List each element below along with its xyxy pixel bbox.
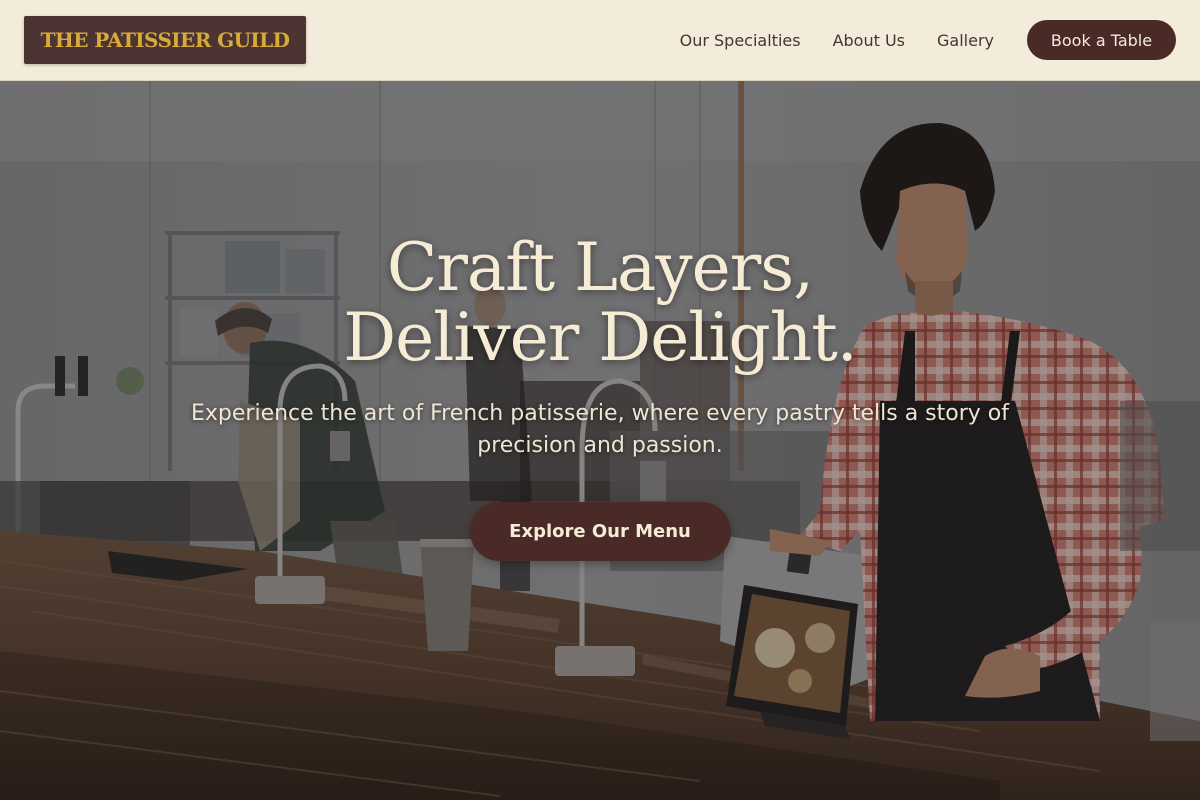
hero-title-line-1: Craft Layers, — [386, 229, 814, 306]
hero-title: Craft Layers, Deliver Delight. — [343, 229, 858, 376]
site-logo[interactable]: THE PATISSIER GUILD — [24, 16, 306, 64]
main-nav: Our Specialties About Us Gallery Book a … — [680, 20, 1176, 60]
nav-link-about-us[interactable]: About Us — [833, 31, 905, 50]
hero-title-line-2: Deliver Delight. — [343, 299, 858, 376]
page: THE PATISSIER GUILD Our Specialties Abou… — [0, 0, 1200, 800]
nav-link-gallery[interactable]: Gallery — [937, 31, 994, 50]
site-header: THE PATISSIER GUILD Our Specialties Abou… — [0, 0, 1200, 81]
nav-link-our-specialties[interactable]: Our Specialties — [680, 31, 801, 50]
book-a-table-button[interactable]: Book a Table — [1027, 20, 1176, 60]
logo-text: THE PATISSIER GUILD — [40, 28, 290, 52]
hero-section: Craft Layers, Deliver Delight. Experienc… — [0, 81, 1200, 800]
explore-menu-button[interactable]: Explore Our Menu — [469, 502, 731, 561]
hero-subtitle: Experience the art of French patisserie,… — [191, 401, 1009, 458]
hero-content: Craft Layers, Deliver Delight. Experienc… — [0, 81, 1200, 800]
